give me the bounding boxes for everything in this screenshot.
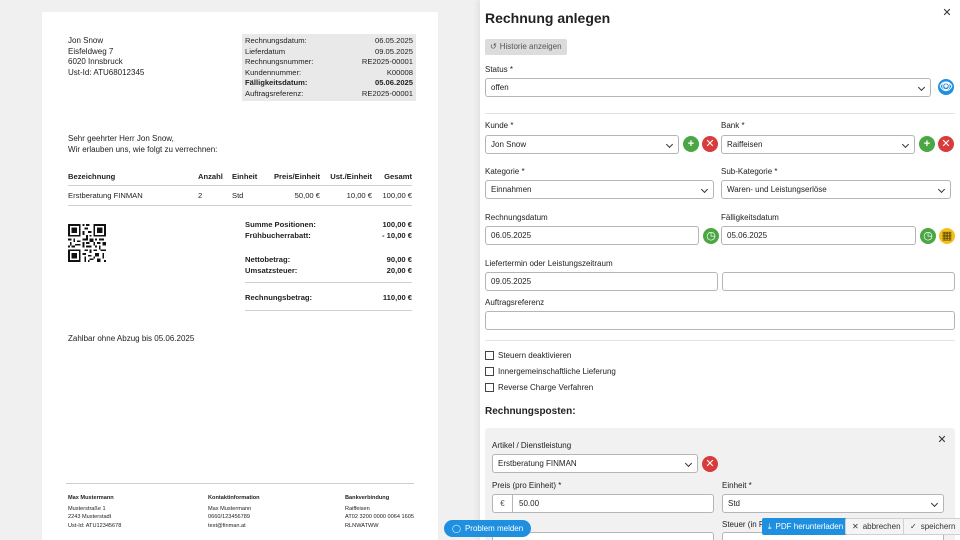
positions-title: Rechnungsposten: — [485, 406, 576, 417]
download-icon: ⤓ — [768, 522, 772, 531]
meta-row: Auftragsreferenz: RE2025-00001 — [245, 88, 413, 98]
close-icon: ✕ — [852, 522, 859, 531]
liefertermin-label: Liefertermin oder Leistungszeitraum — [485, 259, 613, 268]
clock-icon[interactable]: ◷ — [703, 228, 719, 244]
calendar-icon[interactable]: ▦ — [939, 228, 955, 244]
report-problem-button[interactable]: ◯ Problem melden — [444, 520, 532, 537]
divider — [485, 113, 955, 114]
greeting: Sehr geehrter Herr Jon Snow, Wir erlaube… — [68, 134, 218, 154]
rechnungsdatum-label: Rechnungsdatum — [485, 213, 548, 222]
invoice-preview: Jon Snow Eisfeldweg 7 6020 Innsbruck Ust… — [0, 0, 480, 540]
eye-icon[interactable]: 👁 — [938, 79, 954, 95]
liefertermin-end-input[interactable] — [722, 272, 955, 291]
sum-row: Umsatzsteuer: 20,00 € — [245, 265, 412, 275]
faelligkeitsdatum-input[interactable]: 05.06.2025 — [721, 226, 916, 245]
history-button[interactable]: ↺ Historie anzeigen — [485, 39, 567, 55]
rechnungsdatum-input[interactable]: 06.05.2025 — [485, 226, 699, 245]
preis-label: Preis (pro Einheit) * — [492, 481, 562, 490]
checkbox-box[interactable] — [485, 351, 494, 360]
checkbox-innergemeinschaftlich[interactable]: Innergemeinschaftliche Lieferung — [485, 367, 616, 376]
checkbox-box[interactable] — [485, 383, 494, 392]
cancel-button[interactable]: ✕ abbrechen — [845, 518, 908, 535]
sender-address: Jon Snow Eisfeldweg 7 6020 Innsbruck Ust… — [68, 36, 145, 77]
close-icon[interactable]: ✕ — [940, 6, 954, 20]
kunde-select[interactable]: Jon Snow — [485, 135, 679, 154]
status-label: Status * — [485, 65, 514, 74]
sum-row: Nettobetrag: 90,00 € — [245, 255, 412, 264]
sum-row: Rechnungsbetrag: 110,00 € — [245, 293, 412, 302]
divider — [485, 340, 955, 341]
remove-bank-icon[interactable]: ✕ — [938, 136, 954, 152]
auftragsreferenz-input[interactable] — [485, 311, 955, 330]
meta-row: Rechnungsdatum: 06.05.2025 — [245, 36, 413, 45]
footer-company: Max Mustermann Musterstraße 1 2243 Muste… — [68, 495, 122, 529]
artikel-label: Artikel / Dienstleistung — [492, 441, 572, 450]
meta-row: Kundennummer: K00008 — [245, 67, 413, 77]
subkategorie-select[interactable]: Waren- und Leistungserlöse — [721, 180, 951, 199]
invoice-sums: Summe Positionen: 100,00 € Frühbucherraba… — [245, 220, 412, 316]
auftragsreferenz-label: Auftragsreferenz — [485, 298, 545, 307]
invoice-meta-box: Rechnungsdatum: 06.05.2025 Lieferdatum 09.… — [242, 34, 416, 101]
check-icon: ✓ — [910, 522, 917, 531]
bank-label: Bank * — [721, 121, 745, 130]
einheit-label: Einheit * — [722, 481, 752, 490]
checkbox-steuern[interactable]: Steuern deaktivieren — [485, 351, 571, 360]
chat-icon: ◯ — [452, 524, 461, 533]
invoice-paper: Jon Snow Eisfeldweg 7 6020 Innsbruck Ust… — [42, 12, 438, 540]
invoice-table: Bezeichnung Anzahl Einheit Preis/Einheit… — [68, 168, 412, 206]
table-header: Bezeichnung Anzahl Einheit Preis/Einheit… — [68, 168, 412, 186]
remove-kunde-icon[interactable]: ✕ — [702, 136, 718, 152]
einheit-select[interactable]: Std — [722, 494, 944, 513]
preis-input[interactable]: € 50.00 — [492, 494, 714, 513]
kategorie-label: Kategorie * — [485, 167, 525, 176]
checkbox-reverse-charge[interactable]: Reverse Charge Verfahren — [485, 383, 593, 392]
kategorie-select[interactable]: Einnahmen — [485, 180, 714, 199]
faelligkeitsdatum-label: Fälligkeitsdatum — [721, 213, 779, 222]
currency-prefix: € — [493, 495, 513, 512]
remove-artikel-icon[interactable]: ✕ — [702, 456, 718, 472]
add-bank-icon[interactable]: + — [919, 136, 935, 152]
kunde-label: Kunde * — [485, 121, 514, 130]
qr-code — [68, 224, 106, 262]
checkbox-box[interactable] — [485, 367, 494, 376]
payment-note: Zahlbar ohne Abzug bis 05.06.2025 — [68, 334, 195, 343]
footer-divider — [66, 483, 414, 484]
footer-bank: Bankverbindung Raiffeisen AT02 3200 0000… — [345, 495, 414, 529]
save-button[interactable]: ✓ speichern — [903, 518, 960, 535]
sum-row: Frühbucherrabatt: - 10,00 € — [245, 230, 412, 240]
meta-row: Rechnungsnummer: RE2025-00001 — [245, 57, 413, 66]
meta-row: Fälligkeitsdatum: 05.06.2025 — [245, 78, 413, 87]
remove-position-icon[interactable]: ✕ — [935, 433, 949, 447]
history-icon: ↺ — [490, 42, 497, 51]
add-kunde-icon[interactable]: + — [683, 136, 699, 152]
panel-title: Rechnung anlegen — [485, 10, 611, 26]
bank-select[interactable]: Raiffeisen — [721, 135, 915, 154]
sum-row: Summe Positionen: 100,00 € — [245, 220, 412, 229]
artikel-select[interactable]: Erstberatung FINMAN — [492, 454, 698, 473]
create-invoice-panel: Rechnung anlegen ✕ ↺ Historie anzeigen S… — [480, 0, 960, 540]
clock-icon[interactable]: ◷ — [920, 228, 936, 244]
liefertermin-input[interactable]: 09.05.2025 — [485, 272, 718, 291]
status-select[interactable]: offen — [485, 78, 931, 97]
footer-contact: Kontaktinformation Max Mustermann 0660/1… — [208, 495, 260, 529]
table-row: Erstberatung FINMAN 2 Std 50,00 € 10,00 … — [68, 186, 412, 206]
subkategorie-label: Sub-Kategorie * — [721, 167, 778, 176]
download-pdf-button[interactable]: ⤓ PDF herunterladen — [762, 518, 850, 535]
meta-row: Lieferdatum 09.05.2025 — [245, 46, 413, 56]
